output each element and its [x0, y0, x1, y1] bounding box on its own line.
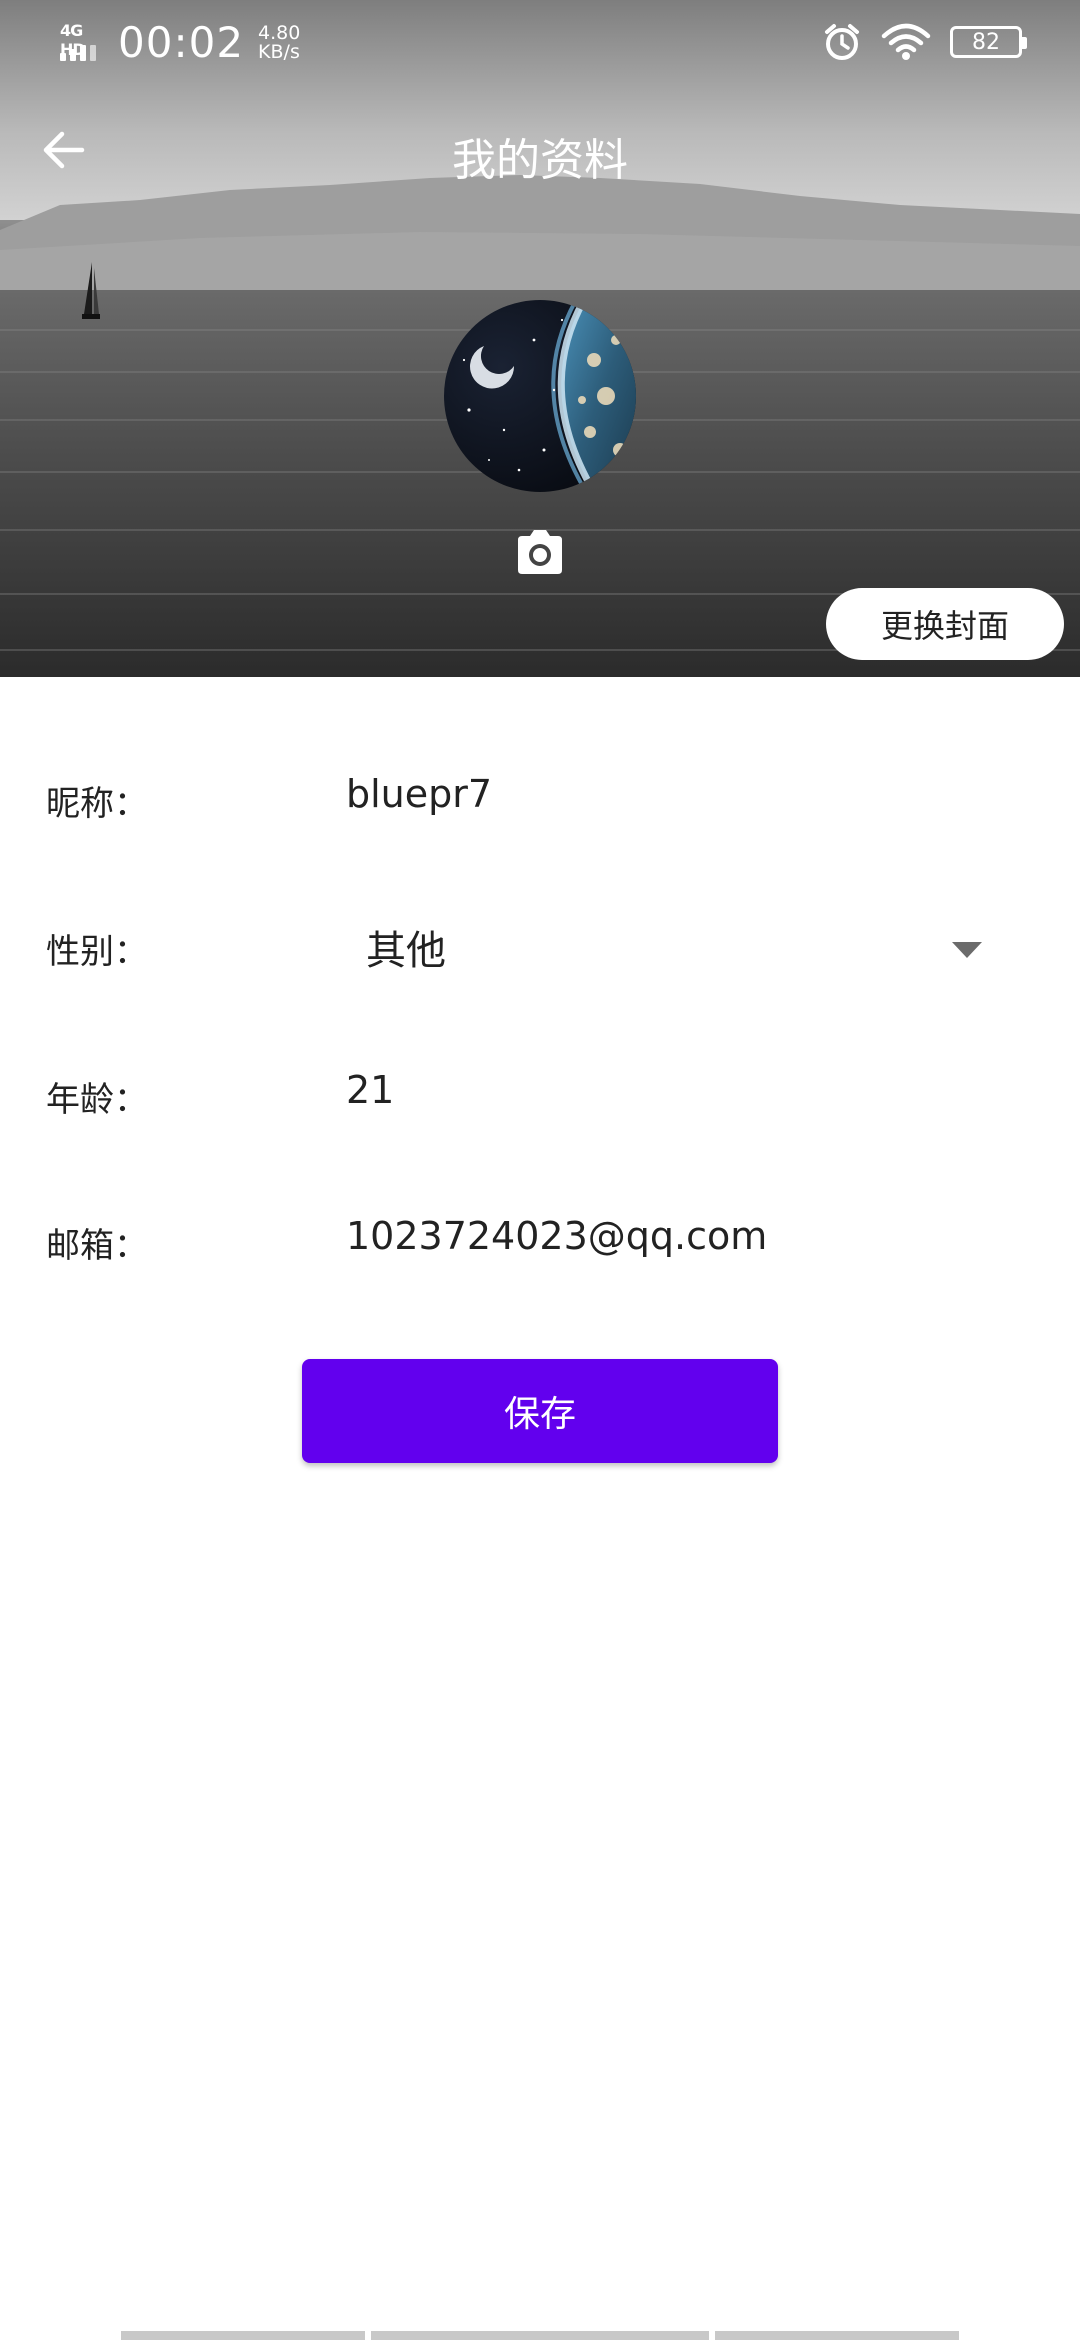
status-bar: 4G HD 00:02 4.80 KB/s [0, 0, 1080, 84]
profile-header: 4G HD 00:02 4.80 KB/s [0, 0, 1080, 677]
age-label: 年龄： [46, 1080, 148, 1120]
wifi-icon [881, 23, 931, 60]
age-field[interactable]: 21 [346, 1068, 394, 1112]
gender-select[interactable]: 其他 [366, 918, 986, 978]
gender-row: 性别： 其他 [0, 906, 1080, 986]
email-label: 邮箱： [46, 1226, 148, 1266]
page-title: 我的资料 [452, 135, 628, 186]
email-row: 邮箱： 1023724023@qq.com [0, 1200, 1080, 1280]
email-field[interactable]: 1023724023@qq.com [346, 1214, 767, 1258]
signal-icon: 4G HD [58, 21, 104, 65]
nav-indicator-left [121, 2331, 365, 2340]
gender-label: 性别： [46, 932, 148, 972]
clock-text: 00:02 [118, 18, 245, 67]
chevron-down-icon [952, 942, 982, 958]
save-button[interactable]: 保存 [302, 1359, 778, 1463]
change-cover-button[interactable]: 更换封面 [826, 588, 1064, 660]
camera-icon[interactable] [514, 528, 566, 576]
nav-indicator-right [715, 2331, 959, 2340]
battery-icon: 82 [950, 26, 1027, 58]
nickname-label: 昵称： [46, 784, 148, 824]
gender-selected-value: 其他 [366, 928, 446, 974]
age-row: 年龄： 21 [0, 1054, 1080, 1134]
alarm-icon [825, 24, 859, 60]
avatar[interactable] [444, 300, 636, 492]
nickname-row: 昵称： bluepr7 [0, 758, 1080, 838]
network-speed: 4.80 KB/s [258, 21, 301, 63]
nickname-field[interactable]: bluepr7 [346, 772, 492, 816]
nav-indicator-center [371, 2331, 709, 2340]
